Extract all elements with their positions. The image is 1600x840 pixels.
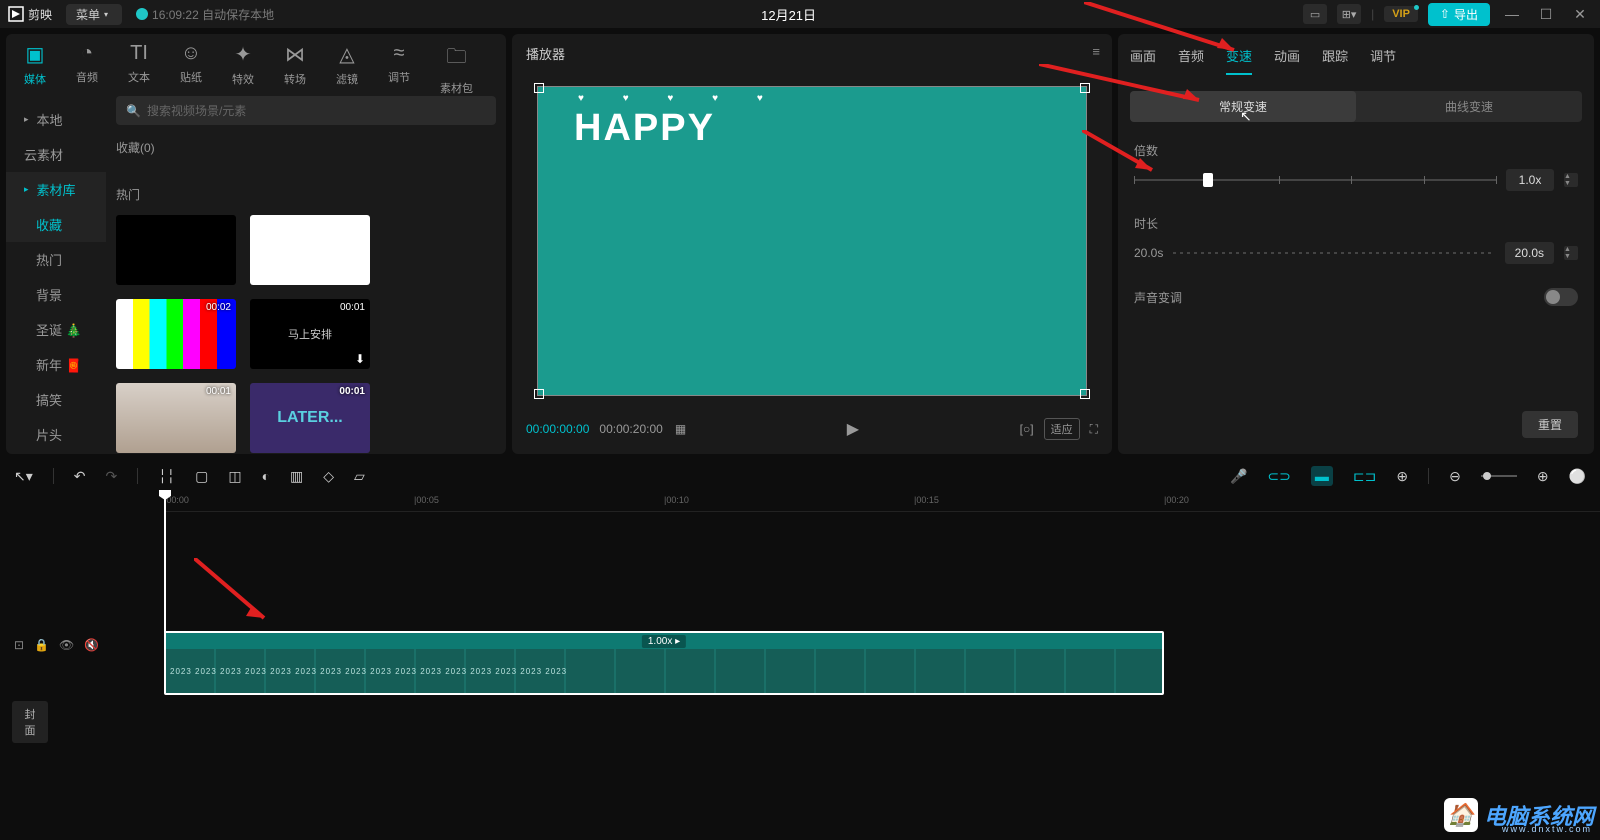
zoom-fit-icon[interactable]: ⚪	[1569, 468, 1586, 485]
track-visible-icon[interactable]: 👁	[59, 638, 74, 652]
top-tab-文本[interactable]: TI文本	[128, 42, 150, 96]
thumb-2[interactable]: 00:02	[116, 299, 236, 369]
mirror-icon[interactable]: ▥	[290, 468, 303, 485]
side-sub-搞笑[interactable]: 搞笑	[6, 382, 106, 417]
minimize-button[interactable]: —	[1500, 6, 1524, 22]
canvas-text: HAPPY	[574, 107, 715, 150]
top-tab-媒体[interactable]: ▣媒体	[24, 42, 46, 96]
prop-tab-变速[interactable]: 变速	[1226, 46, 1252, 75]
ratio-button[interactable]: 适应	[1044, 418, 1080, 440]
top-tab-素材包[interactable]: 🗀素材包	[440, 42, 473, 96]
clip-speed-label: 1.00x ▸	[642, 635, 686, 648]
rotate-icon[interactable]: ◇	[323, 468, 334, 485]
fullscreen-icon[interactable]: ⛶	[1090, 422, 1098, 437]
magnet-icon[interactable]: ⊂⊃	[1267, 468, 1290, 485]
duration-value[interactable]: 20.0s	[1505, 242, 1554, 264]
delete-icon[interactable]: ▢	[195, 468, 208, 485]
zoom-in-icon[interactable]: ⊕	[1537, 468, 1549, 485]
side-cat-素材库[interactable]: ▸素材库	[6, 172, 106, 207]
thumb-5[interactable]: 00:01LATER...	[250, 383, 370, 453]
track-lock-icon[interactable]: 🔒	[34, 638, 49, 652]
thumb-0[interactable]	[116, 215, 236, 285]
preview-cut-icon[interactable]: ⊏⊐	[1353, 468, 1376, 485]
maximize-button[interactable]: ☐	[1534, 6, 1558, 23]
duration-label: 时长	[1134, 215, 1578, 232]
current-time: 00:00:00:00	[526, 422, 589, 436]
track-expand-icon[interactable]: ⊡	[14, 638, 24, 652]
reverse-icon[interactable]: ◐	[262, 468, 270, 484]
layout-icon-1[interactable]: ▭	[1303, 4, 1327, 24]
align-icon[interactable]: ⊕	[1396, 468, 1408, 485]
side-sub-新年 🧧[interactable]: 新年 🧧	[6, 347, 106, 382]
play-button[interactable]: ▶	[686, 419, 1020, 439]
side-cat-本地[interactable]: ▸本地	[6, 102, 106, 137]
preview-title: 播放器	[526, 44, 565, 63]
mic-icon[interactable]: 🎤	[1230, 468, 1247, 485]
zoom-out-icon[interactable]: ⊖	[1449, 468, 1461, 485]
duration-slider[interactable]	[1173, 252, 1494, 254]
top-tab-贴纸[interactable]: ☺贴纸	[180, 42, 202, 96]
speed-slider[interactable]	[1134, 179, 1496, 181]
track-mute-icon[interactable]: 🔇	[84, 638, 99, 652]
menu-button[interactable]: 菜单▾	[66, 4, 122, 25]
prop-tab-音频[interactable]: 音频	[1178, 46, 1204, 75]
top-tab-调节[interactable]: ≈调节	[388, 42, 410, 96]
speed-spinner[interactable]: ▲▼	[1564, 173, 1578, 187]
project-title: 12月21日	[274, 5, 1303, 24]
grid-icon[interactable]: ▦	[675, 422, 686, 436]
preview-menu-icon[interactable]: ≡	[1092, 44, 1098, 63]
side-sub-热门[interactable]: 热门	[6, 242, 106, 277]
total-time: 00:00:20:00	[599, 422, 662, 436]
speed-label: 倍数	[1134, 142, 1578, 159]
cover-button[interactable]: 封面	[12, 701, 48, 743]
app-logo: 剪映	[8, 6, 52, 23]
undo-icon[interactable]: ↶	[74, 468, 86, 485]
top-tab-转场[interactable]: ⋈转场	[284, 42, 306, 96]
thumb-4[interactable]: 00:01	[116, 383, 236, 453]
search-input[interactable]: 🔍 搜索视频场景/元素	[116, 96, 496, 125]
duration-spinner[interactable]: ▲▼	[1564, 246, 1578, 260]
crop-icon[interactable]: ▱	[354, 468, 365, 485]
prop-tab-动画[interactable]: 动画	[1274, 46, 1300, 75]
frame-icon[interactable]: ◫	[228, 468, 241, 485]
speed-value[interactable]: 1.0x	[1506, 169, 1554, 191]
duration-left: 20.0s	[1134, 246, 1163, 260]
vip-badge[interactable]: VIP	[1384, 6, 1418, 22]
export-button[interactable]: ⇧导出	[1428, 3, 1490, 26]
side-sub-片头[interactable]: 片头	[6, 417, 106, 452]
thumb-1[interactable]	[250, 215, 370, 285]
prop-tab-调节[interactable]: 调节	[1370, 46, 1396, 75]
side-sub-背景[interactable]: 背景	[6, 277, 106, 312]
sub-tab-normal-speed[interactable]: 常规变速	[1130, 91, 1356, 122]
top-tab-滤镜[interactable]: ◬滤镜	[336, 42, 358, 96]
side-sub-收藏[interactable]: 收藏	[6, 207, 106, 242]
reset-button[interactable]: 重置	[1522, 411, 1578, 438]
side-cat-云素材[interactable]: 云素材	[6, 137, 106, 172]
preview-canvas[interactable]: ♥ ♥ ♥ ♥ ♥ HAPPY	[538, 87, 1086, 395]
pitch-toggle[interactable]	[1544, 288, 1578, 306]
layout-icon-2[interactable]: ⊞▾	[1337, 4, 1361, 24]
zoom-slider[interactable]	[1481, 475, 1517, 477]
split-icon[interactable]: ╎╎	[158, 468, 175, 485]
close-button[interactable]: ✕	[1568, 6, 1592, 23]
compare-icon[interactable]: [○]	[1020, 422, 1034, 436]
watermark: 🏠 电脑系统网 www.dnxtw.com	[1444, 798, 1594, 832]
autosave-status: 16:09:22 自动保存本地	[136, 6, 274, 23]
sub-tab-curve-speed[interactable]: 曲线变速	[1356, 91, 1582, 122]
link-icon[interactable]: ▬	[1311, 466, 1333, 486]
hot-label: 热门	[116, 186, 496, 203]
favorites-label: 收藏(0)	[116, 139, 496, 156]
thumb-3[interactable]: 00:01马上安排⬇	[250, 299, 370, 369]
side-sub-圣诞 🎄[interactable]: 圣诞 🎄	[6, 312, 106, 347]
top-tab-特效[interactable]: ✦特效	[232, 42, 254, 96]
top-tab-音频[interactable]: ◔音频	[76, 42, 98, 96]
cursor-tool-icon[interactable]: ↖▾	[14, 468, 33, 485]
redo-icon[interactable]: ↷	[106, 468, 118, 485]
prop-tab-跟踪[interactable]: 跟踪	[1322, 46, 1348, 75]
prop-tab-画面[interactable]: 画面	[1130, 46, 1156, 75]
timeline-clip[interactable]: 1.00x ▸ 2023 2023 2023 2023 2023 2023 20…	[164, 631, 1164, 695]
pitch-label: 声音变调	[1134, 289, 1182, 306]
